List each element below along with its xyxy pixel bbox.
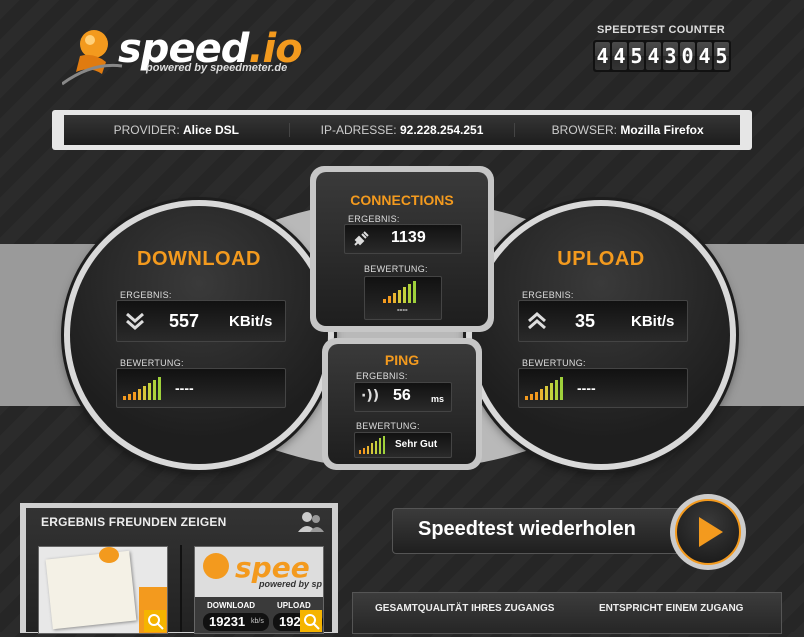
ip-info: IP-ADRESSE: 92.228.254.251 [290,123,516,137]
speedtest-counter: 4 4 5 4 3 0 4 5 [593,40,731,72]
download-title: DOWNLOAD [137,248,261,270]
upload-result-box: 35 KBit/s [518,300,688,342]
upload-unit: KBit/s [631,313,675,330]
download-result-box: 557 KBit/s [116,300,286,342]
rating-bars-icon [123,377,161,400]
upload-arrow-icon [528,312,546,330]
thumb-subtitle: powered by sp [259,579,323,589]
upload-rating-box: ---- [518,368,688,408]
play-button[interactable] [670,494,746,570]
play-icon [699,517,723,547]
equivalent-label: ENTSPRICHT EINEM ZUGANG [599,603,744,614]
plug-icon [354,231,369,246]
counter-digit: 3 [663,42,678,70]
connections-rating-box: ---- [364,276,442,320]
rating-bars-icon [383,281,416,303]
users-icon[interactable] [298,510,324,532]
connections-title: CONNECTIONS [350,192,454,208]
upload-result-label: ERGEBNIS: [522,290,574,300]
connections-result-box: 1139 [344,224,462,254]
ping-value: 56 [393,387,411,404]
download-unit: KBit/s [229,313,273,330]
repeat-speedtest-label[interactable]: Speedtest wiederholen [418,518,636,541]
download-arrow-icon [126,312,144,330]
counter-title: SPEEDTEST COUNTER [597,24,725,36]
provider-info: PROVIDER: Alice DSL [64,123,290,137]
thumb-upload-value: 192 [279,614,301,629]
rating-bars-icon [359,436,385,454]
counter-digit: 4 [612,42,627,70]
browser-info: BROWSER: Mozilla Firefox [551,123,704,137]
counter-digit: 5 [629,42,644,70]
ping-result-box: ·)) 56 ms [354,382,452,412]
download-dial: DOWNLOAD ERGEBNIS: 557 KBit/s BEWERTUNG:… [64,200,334,470]
upload-value: 35 [575,311,596,331]
connections-value: 1139 [391,229,426,246]
counter-digit: 0 [680,42,695,70]
rating-bars-icon [525,377,563,400]
thumb-upload-label: UPLOAD [277,601,311,610]
download-rating: ---- [175,380,194,396]
counter-digit: 4 [646,42,661,70]
quality-panel: GESAMTQUALITÄT IHRES ZUGANGS ENTSPRICHT … [352,592,782,634]
info-bar: PROVIDER: Alice DSL IP-ADRESSE: 92.228.2… [64,115,740,145]
ping-panel: PING ERGEBNIS: ·)) 56 ms BEWERTUNG: Sehr… [322,338,482,470]
connections-panel: CONNECTIONS ERGEBNIS: 1139 BEWERTUNG: --… [310,166,494,332]
quality-label: GESAMTQUALITÄT IHRES ZUGANGS [375,603,555,614]
download-value: 557 [169,311,200,331]
download-result-label: ERGEBNIS: [120,290,172,300]
thumb-download-label: DOWNLOAD [207,601,255,610]
ping-rating: Sehr Gut [395,439,438,450]
download-rating-box: ---- [116,368,286,408]
zoom-icon[interactable] [144,610,166,632]
thumb-download-unit: kb/s [251,618,264,625]
ping-result-label: ERGEBNIS: [356,371,408,381]
logo-subtitle: powered by speedmeter.de [146,62,288,74]
connections-rating-label: BEWERTUNG: [364,264,428,274]
connections-rating: ---- [397,305,408,314]
ping-title: PING [384,352,420,368]
share-title: ERGEBNIS FREUNDEN ZEIGEN [41,515,227,529]
upload-rating-label: BEWERTUNG: [522,358,586,368]
ping-rating-label: BEWERTUNG: [356,421,420,431]
connections-result-label: ERGEBNIS: [348,214,400,224]
thumb-download-value: 19231 [209,614,246,629]
counter-digit: 4 [697,42,712,70]
counter-digit: 5 [714,42,729,70]
signal-waves-icon: ·)) [361,388,380,404]
counter-digit: 4 [595,42,610,70]
upload-rating: ---- [577,380,596,396]
ping-rating-box: Sehr Gut [354,432,452,458]
share-divider [180,545,182,632]
zoom-icon[interactable] [300,610,322,632]
upload-title: UPLOAD [557,248,645,270]
upload-dial: UPLOAD ERGEBNIS: 35 KBit/s BEWERTUNG: --… [466,200,736,470]
ping-unit: ms [431,394,445,404]
download-rating-label: BEWERTUNG: [120,358,184,368]
